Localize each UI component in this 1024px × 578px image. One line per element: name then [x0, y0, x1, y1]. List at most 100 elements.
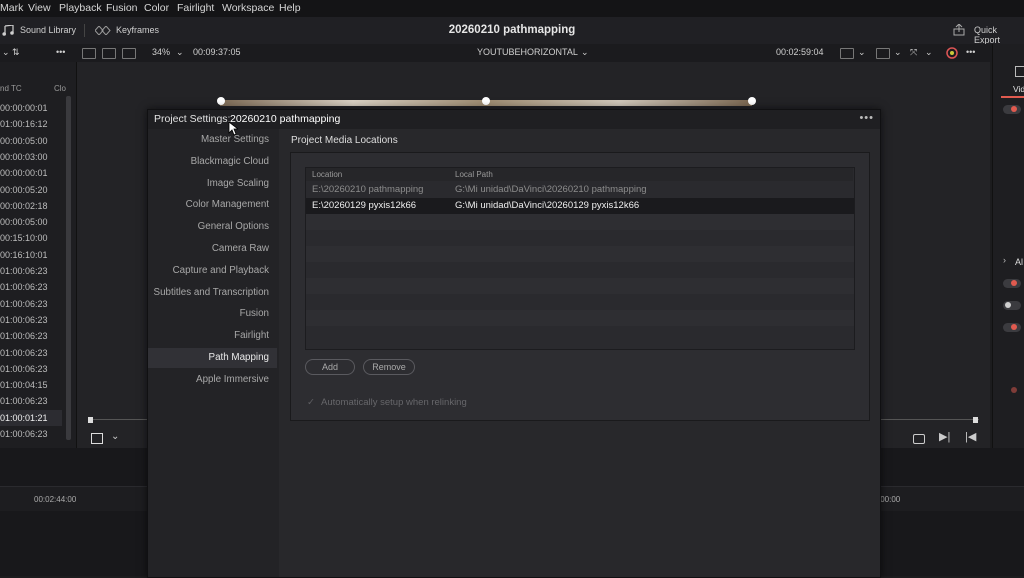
menu-workspace[interactable]: Workspace [222, 2, 274, 14]
loop-icon[interactable] [913, 434, 925, 444]
location-cell: E:\20260210 pathmapping [312, 184, 424, 195]
empty-row [306, 278, 854, 294]
clip-timecode[interactable]: 00:16:10:01 [0, 247, 62, 263]
active-tab-indicator [1001, 96, 1024, 98]
menu-playback[interactable]: Playback [59, 2, 102, 14]
clip-timecode[interactable]: 01:00:06:23 [0, 279, 62, 295]
sort-icon[interactable]: ⌄ ⇅ [2, 47, 20, 58]
enable-indicator [1011, 106, 1017, 112]
more-options-icon[interactable]: ••• [56, 47, 65, 57]
clip-timecode[interactable]: 00:00:00:01 [0, 100, 62, 116]
out-marker[interactable] [973, 417, 978, 423]
enable-indicator [1011, 324, 1017, 330]
layout-icon[interactable] [82, 48, 96, 59]
clip-timecode[interactable]: 01:00:06:23 [0, 312, 62, 328]
checkbox-checked-icon[interactable]: ✓ [307, 397, 317, 408]
menu-fusion[interactable]: Fusion [106, 2, 138, 14]
clip-timecode[interactable]: 01:00:06:23 [0, 361, 62, 377]
timeline-name-dropdown[interactable]: YOUTUBEHORIZONTAL [477, 47, 578, 57]
menu-fairlight[interactable]: Fairlight [177, 2, 214, 14]
transform-handle[interactable] [482, 97, 490, 105]
chevron-down-icon[interactable]: ⌄ [894, 47, 902, 58]
table-row[interactable]: E:\20260129 pyxis12k66 G:\Mi unidad\DaVi… [306, 198, 854, 214]
output-icon[interactable] [876, 48, 890, 59]
chevron-down-icon[interactable]: ⌄ [925, 47, 933, 58]
settings-nav-general-options[interactable]: General Options [148, 217, 277, 237]
settings-nav-master-settings[interactable]: Master Settings [148, 130, 277, 150]
in-marker[interactable] [88, 417, 93, 423]
column-header-local-path[interactable]: Local Path [451, 168, 853, 181]
video-tab-icon[interactable] [1015, 66, 1024, 77]
empty-row [306, 326, 854, 342]
layout-icon[interactable] [102, 48, 116, 59]
clip-timecode[interactable]: 01:00:06:23 [0, 263, 62, 279]
more-options-icon[interactable]: ••• [966, 47, 975, 57]
remove-button[interactable]: Remove [363, 359, 415, 375]
local-path-cell: G:\Mi unidad\DaVinci\20260129 pyxis12k66 [455, 200, 640, 211]
clip-timecode[interactable]: 00:00:00:01 [0, 165, 62, 181]
clip-timecode[interactable]: 01:00:06:23 [0, 296, 62, 312]
video-tab[interactable]: Vid [1013, 84, 1024, 94]
clip-timecode[interactable]: 00:00:05:00 [0, 214, 62, 230]
settings-nav-blackmagic-cloud[interactable]: Blackmagic Cloud [148, 152, 277, 172]
enable-indicator [1011, 387, 1017, 393]
column-header-clip[interactable]: Clo [54, 84, 66, 93]
export-icon [953, 24, 965, 36]
column-header-start-tc[interactable]: nd TC [0, 84, 22, 93]
table-row[interactable]: E:\20260210 pathmapping G:\Mi unidad\DaV… [306, 182, 854, 198]
menu-bar: Mark View Playback Fusion Color Fairligh… [0, 0, 1024, 17]
chevron-down-icon[interactable]: ⌄ [858, 47, 866, 58]
settings-nav-fusion[interactable]: Fusion [148, 304, 277, 324]
column-header-location[interactable]: Location [306, 168, 457, 181]
enable-indicator [1011, 280, 1017, 286]
menu-color[interactable]: Color [144, 2, 169, 14]
go-to-start-icon[interactable]: |◀ [965, 430, 976, 443]
menu-view[interactable]: View [28, 2, 51, 14]
settings-nav-capture-and-playback[interactable]: Capture and Playback [148, 261, 277, 281]
settings-nav-fairlight[interactable]: Fairlight [148, 326, 277, 346]
empty-row [306, 310, 854, 326]
layout-icon[interactable] [122, 48, 136, 59]
empty-row [306, 294, 854, 310]
inspector-panel: Vid › Al [992, 44, 1024, 448]
transform-icon[interactable]: ⤧ [910, 47, 917, 58]
add-button[interactable]: Add [305, 359, 355, 375]
chevron-down-icon[interactable]: ⌄ [176, 47, 184, 58]
media-pool-scrollbar[interactable] [66, 96, 71, 440]
clip-timecode[interactable]: 01:00:04:15 [0, 377, 62, 393]
chevron-right-icon[interactable]: › [1003, 255, 1006, 265]
transform-handle[interactable] [217, 97, 225, 105]
crop-icon[interactable] [91, 433, 103, 444]
transform-handle[interactable] [748, 97, 756, 105]
chevron-down-icon[interactable]: ⌄ [581, 47, 589, 58]
clip-timecode[interactable]: 01:00:06:23 [0, 328, 62, 344]
clip-timecode[interactable]: 00:00:02:18 [0, 198, 62, 214]
clip-timecode[interactable]: 00:00:05:00 [0, 133, 62, 149]
clip-timecode[interactable]: 00:00:03:00 [0, 149, 62, 165]
clip-timecode[interactable]: 00:00:05:20 [0, 182, 62, 198]
clip-timecode[interactable]: 00:15:10:00 [0, 230, 62, 246]
settings-nav-image-scaling[interactable]: Image Scaling [148, 174, 277, 194]
settings-nav-color-management[interactable]: Color Management [148, 195, 277, 215]
settings-nav-apple-immersive[interactable]: Apple Immersive [148, 370, 277, 390]
menu-help[interactable]: Help [279, 2, 301, 14]
next-frame-icon[interactable]: ▶| [939, 430, 950, 443]
quick-export-button[interactable]: Quick Export [974, 25, 1024, 45]
auto-setup-option[interactable]: ✓ Automatically setup when relinking [307, 397, 467, 408]
clip-timecode[interactable]: 01:00:06:23 [0, 426, 62, 442]
clip-timecode[interactable]: 01:00:06:23 [0, 393, 62, 409]
settings-nav-subtitles-and-transcription[interactable]: Subtitles and Transcription [148, 283, 277, 303]
settings-nav-path-mapping[interactable]: Path Mapping [148, 348, 277, 368]
zoom-level[interactable]: 34% [152, 47, 170, 57]
color-wheel-icon[interactable] [946, 47, 958, 59]
dialog-header[interactable]: Project Settings: 20260210 pathmapping •… [148, 110, 880, 129]
clip-timecode[interactable]: 01:00:01:21 [0, 409, 62, 426]
clip-timecode[interactable]: 01:00:06:23 [0, 345, 62, 361]
menu-mark[interactable]: Mark [0, 2, 23, 14]
viewer-mode-icon[interactable] [840, 48, 854, 59]
media-locations-panel: Location Local Path E:\20260210 pathmapp… [290, 152, 870, 421]
clip-timecode[interactable]: 01:00:16:12 [0, 116, 62, 132]
settings-nav-camera-raw[interactable]: Camera Raw [148, 239, 277, 259]
more-options-icon[interactable]: ••• [859, 112, 874, 124]
chevron-down-icon[interactable]: ⌄ [111, 431, 119, 442]
